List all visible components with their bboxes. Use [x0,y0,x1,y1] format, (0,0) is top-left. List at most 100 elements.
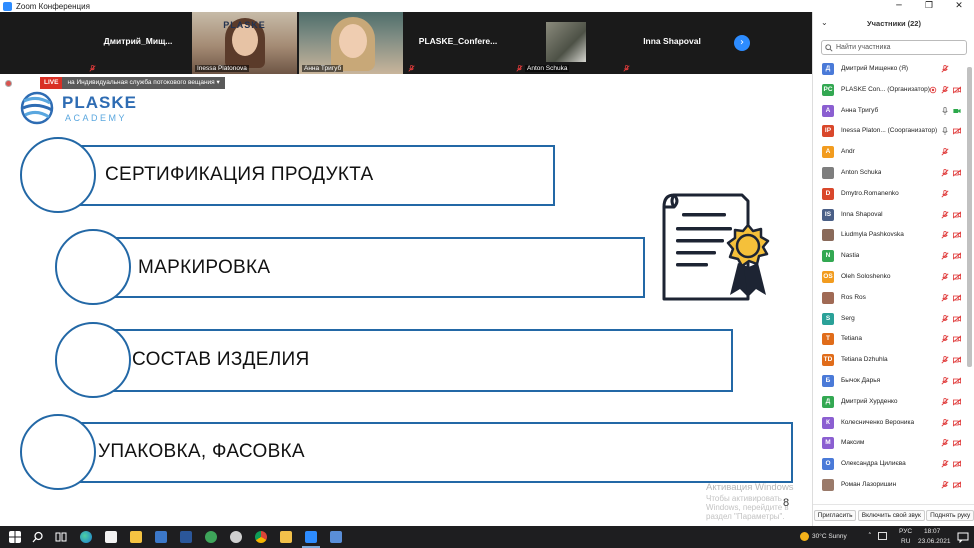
settings-icon[interactable] [230,531,242,543]
mic-muted-icon[interactable] [941,252,949,260]
participant-row[interactable]: Д Дмитрий Хурденко [813,392,974,412]
mic-muted-icon[interactable] [941,397,949,406]
mail-icon[interactable] [155,531,167,543]
calculator-icon[interactable] [330,531,342,543]
camera-off-icon[interactable] [953,231,961,239]
avatar: OS [822,271,834,283]
raise-hand-button[interactable]: Поднять руку [926,510,974,521]
camera-off-icon[interactable] [953,211,961,219]
camera-off-icon[interactable] [953,315,961,323]
chrome-icon[interactable] [255,531,267,543]
mic-icon[interactable] [941,106,949,115]
video-tile[interactable]: Anton Schuka [513,12,618,74]
participant-row[interactable]: Liudmyla Pashkovska [813,225,974,245]
participant-row[interactable]: Б Бычок Дарья [813,371,974,391]
mic-muted-icon[interactable] [941,481,949,489]
camera-off-icon[interactable] [953,356,961,364]
participant-name: Олександра Цилиєва [841,460,906,468]
mic-muted-icon[interactable] [941,85,949,94]
participant-row[interactable]: IS Inna Shapoval [813,205,974,225]
onlyoffice-icon[interactable] [205,531,217,543]
mic-muted-icon[interactable] [941,356,949,364]
language-indicator[interactable]: РУС RU [896,526,918,548]
participant-row[interactable]: OS Oleh Soloshenko [813,267,974,287]
participant-row[interactable]: S Serg [813,309,974,329]
camera-off-icon[interactable] [953,252,961,260]
file-explorer-icon[interactable] [130,531,142,543]
notifications-icon[interactable] [957,531,969,543]
mic-muted-icon[interactable] [941,439,949,447]
camera-off-icon[interactable] [953,86,961,94]
participant-row[interactable]: IP Inessa Platon... (Соорганизатор) [813,121,974,141]
camera-off-icon[interactable] [953,335,961,343]
participant-row[interactable]: TD Tetiana Dzhuhla [813,350,974,370]
weather-widget[interactable]: 30°C Sunny [796,526,856,548]
zoom-taskbar-icon[interactable] [305,531,317,543]
camera-off-icon[interactable] [953,419,961,427]
video-tile[interactable]: Inna Shapoval [620,12,724,74]
mic-muted-icon[interactable] [941,189,949,198]
mic-muted-icon[interactable] [941,335,949,343]
video-tile[interactable]: Дмитрий_Мищ... [86,12,190,74]
network-icon[interactable] [878,532,887,540]
mic-muted-icon[interactable] [941,273,949,281]
participant-row[interactable]: PC PLASKE Con... (Организатор) [813,80,974,100]
participant-row[interactable]: A Andr [813,142,974,162]
video-tile[interactable]: PLASKE_Confere... [405,12,511,74]
camera-off-icon[interactable] [953,169,961,177]
maximize-button[interactable]: ❐ [914,0,944,12]
mic-muted-icon[interactable] [941,314,949,323]
camera-off-icon[interactable] [953,294,961,302]
camera-on-icon[interactable] [953,107,961,115]
participant-row[interactable]: А Анна Тригуб [813,101,974,121]
chevron-up-icon[interactable]: ˄ [868,532,872,540]
unmute-button[interactable]: Включить свой звук [857,510,925,521]
camera-off-icon[interactable] [953,439,961,447]
camera-off-icon[interactable] [953,127,961,135]
mic-muted-icon[interactable] [941,377,949,385]
live-service-label: на Индивидуальная служба потокового веща… [62,77,225,89]
clock[interactable]: 18:07 23.06.2021 [918,526,954,548]
minimize-button[interactable]: ─ [884,0,914,12]
task-view-icon[interactable] [55,531,67,543]
folder-icon[interactable] [280,531,292,543]
participant-row[interactable]: О Олександра Цилиєва [813,454,974,474]
scrollbar-thumb[interactable] [967,67,972,367]
participants-scrollbar[interactable] [967,59,972,504]
video-tile[interactable]: Анна Тригуб [299,12,403,74]
mic-icon[interactable] [941,127,949,136]
live-stream-indicator[interactable]: LIVE на Индивидуальная служба потокового… [40,77,225,89]
mic-muted-icon[interactable] [941,293,949,302]
next-page-arrow-icon[interactable]: › [734,35,750,51]
participant-row[interactable]: D Dmytro.Romanenko [813,184,974,204]
edge-icon[interactable] [80,531,92,543]
invite-button[interactable]: Пригласить [813,510,857,521]
word-icon[interactable] [180,531,192,543]
participant-row[interactable]: Д Дмитрий Мищенко (Я) [813,59,974,79]
participant-row[interactable]: К Колесниченко Вероника [813,413,974,433]
mic-muted-icon[interactable] [941,418,949,427]
participant-row[interactable]: Ros Ros [813,288,974,308]
participant-row[interactable]: T Tetiana [813,329,974,349]
camera-off-icon[interactable] [953,398,961,406]
participant-search-input[interactable]: Найти участника [821,40,967,55]
camera-off-icon[interactable] [953,377,961,385]
mic-muted-icon[interactable] [941,148,949,156]
mic-muted-icon[interactable] [941,169,949,177]
store-icon[interactable] [105,531,117,543]
camera-off-icon[interactable] [953,273,961,281]
mic-muted-icon[interactable] [941,231,949,239]
participant-row[interactable]: Anton Schuka [813,163,974,183]
close-button[interactable]: ✕ [944,0,974,12]
video-tile[interactable]: PLASKE Inessa Platonova [192,12,297,74]
mic-muted-icon[interactable] [941,210,949,219]
participant-row[interactable]: Роман Лазоришин [813,475,974,495]
windows-start-icon[interactable] [9,531,21,543]
mic-muted-icon[interactable] [941,460,949,468]
mic-muted-icon[interactable] [941,65,949,73]
participant-row[interactable]: N Nastia [813,246,974,266]
participant-row[interactable]: М Максим [813,433,974,453]
camera-off-icon[interactable] [953,460,961,468]
camera-off-icon[interactable] [953,481,961,489]
search-icon[interactable] [32,531,44,543]
